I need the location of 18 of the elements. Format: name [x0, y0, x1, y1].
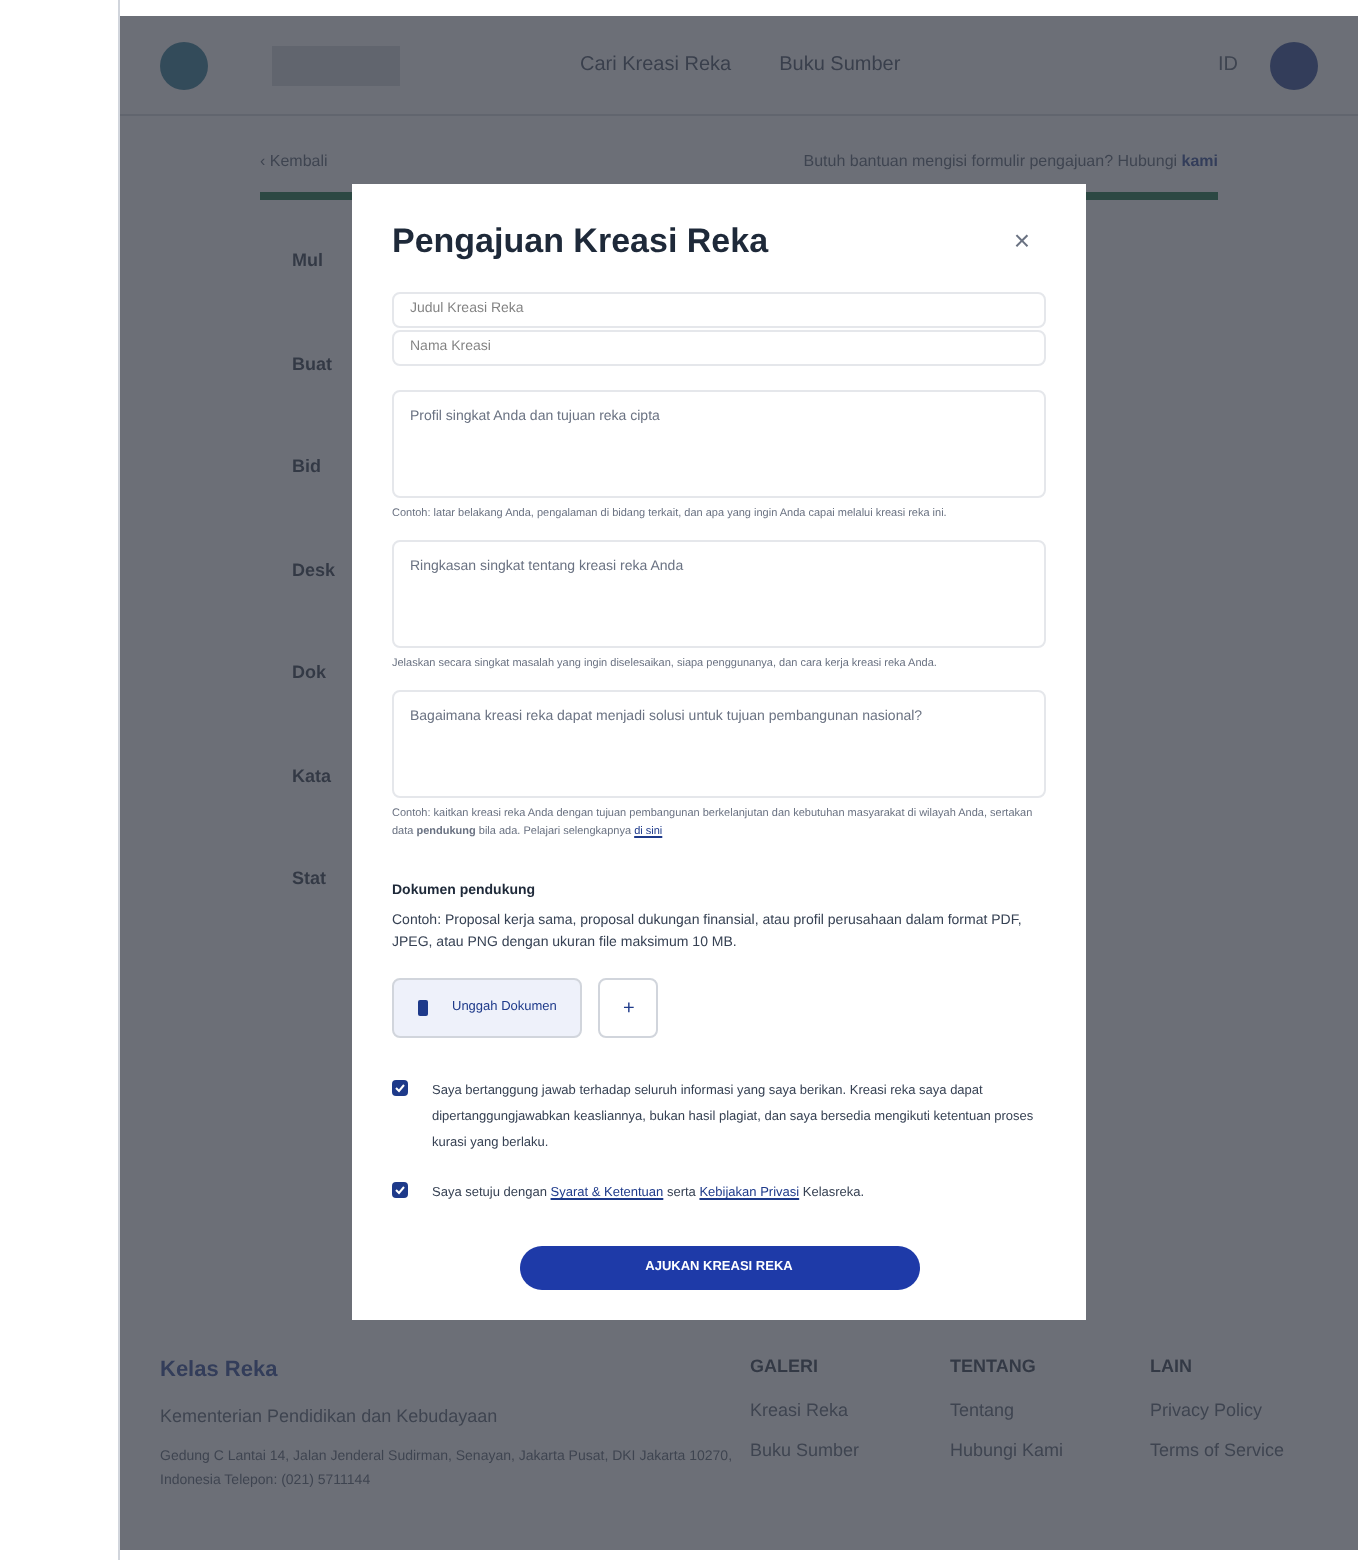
section-label: Desk: [292, 557, 336, 583]
section-label: Dok: [292, 660, 327, 686]
checkbox[interactable]: [392, 1080, 408, 1096]
close-button[interactable]: ×: [998, 217, 1046, 266]
section-label: Bid: [292, 454, 321, 480]
footer-brand: Kelas Reka: [160, 1356, 280, 1386]
footer-heading: LAIN: [1150, 1354, 1194, 1380]
section-label: Stat: [292, 866, 327, 892]
notice-link[interactable]: kami: [1181, 152, 1218, 170]
add-button[interactable]: +: [598, 978, 659, 1038]
footer-heading: GALERI: [750, 1354, 821, 1380]
checkbox[interactable]: [392, 1182, 408, 1198]
modal-title: Pengajuan Kreasi Reka: [392, 220, 769, 264]
document-icon: [418, 1000, 428, 1016]
section-label: Kata: [292, 763, 332, 789]
footer-heading: TENTANG: [950, 1354, 1038, 1380]
section-label: Buat: [292, 351, 332, 377]
section-label: Mul: [292, 248, 323, 274]
